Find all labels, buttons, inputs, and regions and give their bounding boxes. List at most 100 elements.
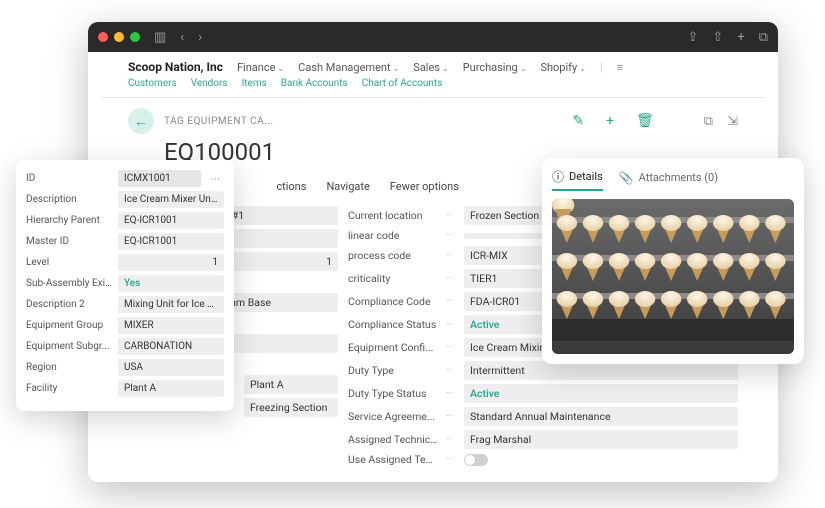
popup-field-row: Equipment Group MIXER bbox=[26, 317, 224, 334]
share-icon[interactable]: ⇧ bbox=[712, 30, 723, 45]
field-label: Facility bbox=[26, 383, 112, 394]
sub-nav: Customers Vendors Items Bank Accounts Ch… bbox=[88, 76, 778, 97]
tab-navigate[interactable]: Navigate bbox=[326, 174, 369, 199]
subnav-items[interactable]: Items bbox=[242, 78, 267, 89]
field-value[interactable]: 1 bbox=[118, 254, 224, 271]
field-value[interactable]: Frag Marshal bbox=[464, 430, 738, 449]
factbox-tab-attachments[interactable]: 📎 Attachments (0) bbox=[619, 171, 718, 189]
minimize-window-icon[interactable] bbox=[114, 32, 124, 42]
field-dots: ··· bbox=[446, 297, 456, 307]
nav-more-icon[interactable]: ≡ bbox=[617, 61, 622, 74]
field-dots: ··· bbox=[446, 274, 456, 284]
nav-sales[interactable]: Sales⌄ bbox=[413, 61, 448, 74]
field-label: Description 2 bbox=[26, 299, 112, 310]
field-label: Current location bbox=[348, 209, 438, 222]
back-button[interactable]: ← bbox=[128, 108, 154, 134]
field-label: Master ID bbox=[26, 236, 112, 247]
field-value[interactable]: CARBONATION bbox=[118, 338, 224, 355]
new-icon[interactable]: + bbox=[606, 113, 614, 129]
field-dots: ··· bbox=[446, 231, 456, 241]
field-value[interactable]: EQ-ICR1001 bbox=[118, 233, 224, 250]
field-dots: ··· bbox=[446, 389, 456, 399]
popup-field-row: Facility Plant A bbox=[26, 380, 224, 397]
edit-icon[interactable]: ✎ bbox=[572, 113, 584, 129]
field-dots: ··· bbox=[446, 251, 456, 261]
popout-icon[interactable]: ⧉ bbox=[704, 114, 713, 129]
field-value[interactable]: Plant A bbox=[118, 380, 224, 397]
popup-field-row: Sub-Assembly Exist Yes bbox=[26, 275, 224, 292]
field-dots: ··· bbox=[446, 320, 456, 330]
field-more-icon[interactable]: ··· bbox=[207, 172, 224, 186]
field-label: ID bbox=[26, 173, 112, 184]
field-label: Duty Type bbox=[348, 364, 438, 377]
popup-field-row: Region USA bbox=[26, 359, 224, 376]
field-label: Equipment Subgr... bbox=[26, 341, 112, 352]
top-nav: Scoop Nation, Inc Finance⌄ Cash Manageme… bbox=[88, 52, 778, 76]
popup-field-row: Hierarchy ParentEQ-ICR1001 bbox=[26, 212, 224, 229]
field-label: Equipment Confi... bbox=[348, 341, 438, 354]
field-value[interactable]: Standard Annual Maintenance bbox=[464, 407, 738, 426]
record-popup-panel: ID ICMX1001 ··· Description Ice Cream Mixer … bbox=[16, 160, 234, 411]
field-value[interactable]: Mixing Unit for Ice Cream Base bbox=[118, 296, 224, 313]
field-value[interactable]: MIXER bbox=[118, 317, 224, 334]
new-tab-icon[interactable]: + bbox=[737, 30, 744, 45]
subnav-bank-accounts[interactable]: Bank Accounts bbox=[281, 78, 348, 89]
field-label: Level bbox=[26, 257, 112, 268]
factbox-tab-label: Attachments (0) bbox=[639, 171, 718, 184]
field-dots: ··· bbox=[446, 211, 456, 221]
field-value[interactable]: USA bbox=[118, 359, 224, 376]
field-label: Equipment Group bbox=[26, 320, 112, 331]
nav-shopify[interactable]: Shopify⌄ bbox=[540, 61, 585, 74]
nav-finance[interactable]: Finance⌄ bbox=[237, 61, 284, 74]
popup-field-row: Description Ice Cream Mixer Unit #1 bbox=[26, 191, 224, 208]
factbox-tab-details[interactable]: ⓘ Details bbox=[552, 168, 603, 191]
field-label: Compliance Code bbox=[348, 295, 438, 308]
equipment-image[interactable]: var svgNS="http://www.w3.org/2000/svg"; … bbox=[552, 199, 794, 354]
delete-icon[interactable]: 🗑 bbox=[636, 113, 654, 129]
nav-cash-management[interactable]: Cash Management⌄ bbox=[298, 61, 399, 74]
brand-name: Scoop Nation, Inc bbox=[128, 60, 223, 74]
toggle-switch[interactable] bbox=[464, 454, 488, 466]
factbox-panel: ⓘ Details 📎 Attachments (0) bbox=[542, 158, 804, 364]
popup-field-row: Equipment Subgr... CARBONATION bbox=[26, 338, 224, 355]
field-row: Use Assigned Tec...··· bbox=[348, 453, 738, 466]
field-value[interactable]: Active bbox=[464, 384, 738, 403]
field-label: Region bbox=[26, 362, 112, 373]
field-dots: ··· bbox=[446, 366, 456, 376]
popup-field-row: Master ID EQ-ICR1001 bbox=[26, 233, 224, 250]
field-row: Assigned Technici... ··· Frag Marshal bbox=[348, 430, 738, 449]
copy-tab-icon[interactable]: ⧉ bbox=[759, 30, 768, 45]
field-value[interactable]: EQ-ICR1001 bbox=[118, 212, 224, 229]
maximize-window-icon[interactable] bbox=[130, 32, 140, 42]
field-row: Service Agreeme...···Standard Annual Mai… bbox=[348, 407, 738, 426]
field-label: Sub-Assembly Exist bbox=[26, 278, 112, 289]
field-label: criticality bbox=[348, 272, 438, 285]
tab-fewer-options[interactable]: Fewer options bbox=[390, 174, 459, 199]
sidebar-toggle-icon[interactable]: ▥ bbox=[154, 30, 166, 45]
subnav-vendors[interactable]: Vendors bbox=[191, 78, 228, 89]
field-dots: ··· bbox=[446, 435, 456, 445]
close-window-icon[interactable] bbox=[98, 32, 108, 42]
field-dots: ··· bbox=[446, 455, 456, 465]
nav-forward-icon[interactable]: › bbox=[198, 30, 202, 45]
tab-actions-partial[interactable]: ctions bbox=[276, 174, 306, 199]
field-value[interactable]: Ice Cream Mixer Unit #1 bbox=[118, 191, 224, 208]
field-label: Description bbox=[26, 194, 112, 205]
field-label: Compliance Status bbox=[348, 318, 438, 331]
upload-icon[interactable]: ⇪ bbox=[688, 30, 699, 45]
field-label: linear code bbox=[348, 229, 438, 242]
field-dots: ··· bbox=[446, 343, 456, 353]
field-value[interactable]: Yes bbox=[118, 275, 224, 292]
popup-field-row: Level 1 bbox=[26, 254, 224, 271]
nav-back-icon[interactable]: ‹ bbox=[180, 30, 184, 45]
popup-field-row: Description 2 Mixing Unit for Ice Cream B… bbox=[26, 296, 224, 313]
page-header: ← TAG EQUIPMENT CA... ✎ + 🗑 ⧉ ⇲ bbox=[88, 98, 778, 138]
nav-purchasing[interactable]: Purchasing⌄ bbox=[463, 61, 527, 74]
subnav-chart-of-accounts[interactable]: Chart of Accounts bbox=[362, 78, 443, 89]
field-label: Assigned Technici... bbox=[348, 433, 438, 446]
nav-divider: | bbox=[600, 61, 603, 74]
field-label: Duty Type Status bbox=[348, 387, 438, 400]
collapse-icon[interactable]: ⇲ bbox=[727, 114, 738, 129]
subnav-customers[interactable]: Customers bbox=[128, 78, 177, 89]
field-value[interactable]: ICMX1001 bbox=[118, 170, 201, 187]
